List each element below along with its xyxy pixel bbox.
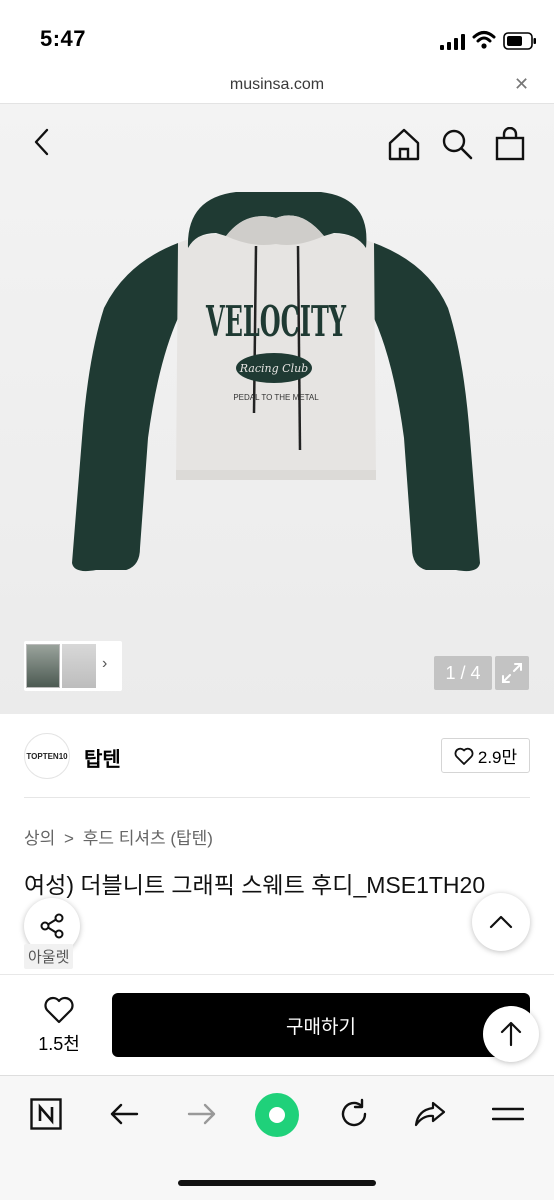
status-time: 5:47 (40, 26, 87, 51)
hoodie-badge: Racing Club (239, 362, 308, 375)
search-icon[interactable] (437, 124, 477, 164)
cellular-signal-icon (440, 34, 465, 50)
buy-button[interactable]: 구매하기 (112, 993, 530, 1057)
product-title: 여성) 더블니트 그래픽 스웨트 후디_MSE1TH20 (24, 872, 486, 898)
thumbnail-2[interactable] (62, 644, 96, 688)
back-icon[interactable] (26, 126, 58, 158)
refresh-icon[interactable] (336, 1096, 372, 1132)
breadcrumb-category[interactable]: 상의 (24, 829, 55, 848)
browser-forward-icon[interactable] (184, 1096, 220, 1132)
home-indicator[interactable] (178, 1180, 376, 1186)
close-icon[interactable]: ✕ (514, 74, 529, 95)
breadcrumb-separator: > (64, 829, 74, 848)
wifi-icon (472, 31, 496, 49)
thumbnail-1[interactable] (26, 644, 60, 688)
wishlist-count: 1.5천 (38, 1034, 80, 1054)
breadcrumb: 상의 > 후드 티셔츠 (탑텐) (24, 824, 213, 849)
url-domain[interactable]: musinsa.com (0, 76, 554, 94)
hoodie-headline: VELOCITY (205, 297, 346, 346)
heart-icon (454, 747, 474, 765)
product-gallery[interactable]: VELOCITY Racing Club PEDAL TO THE METAL … (0, 104, 554, 714)
arrow-up-icon[interactable] (483, 1006, 539, 1062)
page-indicator: 1 / 4 (434, 656, 492, 690)
hoodie-tagline: PEDAL TO THE METAL (233, 393, 319, 402)
home-icon[interactable] (384, 124, 424, 164)
product-image-hoodie[interactable]: VELOCITY Racing Club PEDAL TO THE METAL (66, 188, 486, 678)
bag-icon[interactable] (490, 124, 530, 164)
forward-share-icon[interactable] (412, 1096, 448, 1132)
chevron-up-icon[interactable] (472, 893, 530, 951)
brand-like-count: 2.9만 (477, 748, 518, 767)
browser-back-icon[interactable] (106, 1096, 142, 1132)
chevron-right-icon[interactable]: › (102, 655, 107, 673)
brand-logo[interactable]: TOPTEN10 (24, 733, 70, 779)
expand-icon[interactable] (495, 656, 529, 690)
battery-icon (503, 32, 536, 50)
brand-like-button[interactable]: 2.9만 (441, 738, 530, 773)
divider (24, 797, 530, 798)
naver-n-icon[interactable] (28, 1096, 64, 1132)
brand-name[interactable]: 탑텐 (84, 743, 121, 772)
outlet-tag: 아울렛 (24, 944, 74, 969)
green-dot-icon[interactable] (254, 1092, 300, 1138)
menu-icon[interactable] (490, 1096, 526, 1132)
url-bar[interactable]: musinsa.com ✕ (0, 66, 554, 104)
thumbnail-strip[interactable]: › (24, 641, 122, 691)
wishlist-heart-icon[interactable] (43, 996, 75, 1024)
breadcrumb-subcategory[interactable]: 후드 티셔츠 (탑텐) (83, 829, 213, 848)
